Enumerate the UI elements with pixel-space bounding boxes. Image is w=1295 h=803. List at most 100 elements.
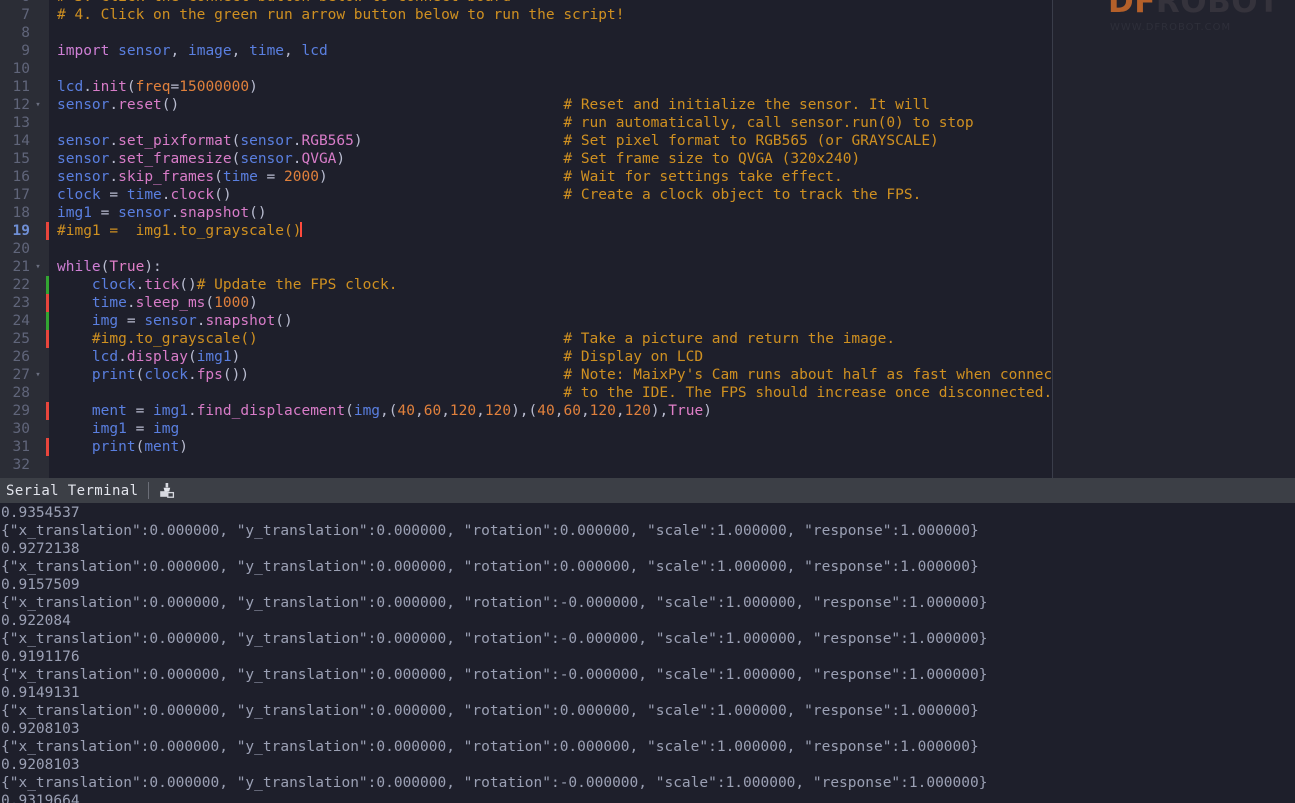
code-text: sensor.set_framesize(sensor.QVGA) # Set … (57, 151, 861, 167)
line-number: 23 (12, 295, 30, 311)
terminal-line: 0.9149131 (1, 685, 80, 701)
code-line[interactable]: 15 sensor.set_framesize(sensor.QVGA) # Se… (0, 150, 1052, 168)
line-number: 16 (12, 169, 30, 185)
code-line[interactable]: 30 img1 = img (0, 420, 1052, 438)
line-number: 32 (12, 457, 30, 473)
dfrobot-logo-bright: DF (1108, 0, 1156, 20)
code-text: clock.tick()# Update the FPS clock. (91, 277, 398, 293)
line-number: 15 (12, 151, 30, 167)
code-text: print(ment) (91, 439, 188, 455)
code-line[interactable]: 10 (0, 60, 1052, 78)
code-line[interactable]: 23 time.sleep_ms(1000) (0, 294, 1052, 312)
serial-terminal-output[interactable]: 0.9354537 {"x_translation":0.000000, "y_t… (0, 503, 1295, 803)
chevron-down-icon[interactable]: ▾ (32, 96, 44, 114)
code-text: lcd.display(img1) # Display on LCD (91, 349, 704, 365)
chevron-down-icon[interactable]: ▾ (32, 366, 44, 384)
change-marker-modified (46, 222, 49, 240)
code-line[interactable]: 26 lcd.display(img1) # Display on LCD (0, 348, 1052, 366)
code-line[interactable]: 32 (0, 456, 1052, 474)
line-number: 18 (12, 205, 30, 221)
line-number: 27 (12, 367, 30, 383)
terminal-line: 0.9272138 (1, 541, 80, 557)
terminal-line: 0.9319664 (1, 793, 80, 803)
line-number: 19 (12, 223, 30, 239)
code-text: print(clock.fps()) # Note: MaixPy's Cam … (91, 367, 1052, 383)
terminal-line: {"x_translation":0.000000, "y_translatio… (1, 523, 979, 539)
line-number: 26 (12, 349, 30, 365)
dfrobot-logo-subtitle: WWW.DFROBOT.COM (1110, 22, 1232, 33)
code-text: while(True): (57, 259, 162, 275)
code-text: time.sleep_ms(1000) (91, 295, 258, 311)
terminal-line: {"x_translation":0.000000, "y_translatio… (1, 739, 979, 755)
line-number: 31 (12, 439, 30, 455)
code-line[interactable]: 31 print(ment) (0, 438, 1052, 456)
code-text: # run automatically, call sensor.run(0) … (563, 115, 974, 131)
code-text: # 4. Click on the green run arrow button… (57, 7, 625, 23)
line-number: 9 (21, 43, 30, 59)
line-number: 24 (12, 313, 30, 329)
change-marker-modified (46, 438, 49, 456)
code-text: clock = time.clock() # Create a clock ob… (57, 187, 922, 203)
code-line[interactable]: 27 ▾ print(clock.fps()) # Note: MaixPy's … (0, 366, 1052, 384)
line-number: 7 (21, 7, 30, 23)
change-marker-modified (46, 330, 49, 348)
code-line[interactable]: 9 import sensor, image, time, lcd (0, 42, 1052, 60)
code-text: img1 = sensor.snapshot() (57, 205, 267, 221)
code-text: import sensor, image, time, lcd (57, 43, 328, 59)
code-line[interactable]: 29 ment = img1.find_displacement(img,(40… (0, 402, 1052, 420)
terminal-line: {"x_translation":0.000000, "y_translatio… (1, 703, 979, 719)
code-line[interactable]: 12 ▾ sensor.reset() # Reset and initialize… (0, 96, 1052, 114)
toolbar-divider (148, 482, 150, 499)
code-line[interactable]: 21 ▾ while(True): (0, 258, 1052, 276)
code-line[interactable]: 22 clock.tick()# Update the FPS clock. (0, 276, 1052, 294)
serial-terminal-title: Serial Terminal (6, 482, 139, 499)
code-line[interactable]: 19 #img1 = img1.to_grayscale() (0, 222, 1052, 240)
line-number: 21 (12, 259, 30, 275)
code-lines: 6# 3. Click the connect button below to … (0, 0, 1052, 474)
line-number: 17 (12, 187, 30, 203)
terminal-line: {"x_translation":0.000000, "y_translatio… (1, 631, 988, 647)
chevron-down-icon[interactable]: ▾ (32, 258, 44, 276)
code-line[interactable]: 24 img = sensor.snapshot() (0, 312, 1052, 330)
terminal-line: {"x_translation":0.000000, "y_translatio… (1, 559, 979, 575)
code-editor[interactable]: 6# 3. Click the connect button below to … (0, 0, 1052, 478)
code-line[interactable]: 7 # 4. Click on the green run arrow butto… (0, 6, 1052, 24)
line-number: 22 (12, 277, 30, 293)
code-text: #img.to_grayscale() # Take a picture and… (57, 331, 896, 347)
terminal-line: 0.9157509 (1, 577, 80, 593)
code-line[interactable]: 13 # run automatically, call sensor.run(… (0, 114, 1052, 132)
clear-broom-icon[interactable] (158, 482, 176, 499)
code-text: img = sensor.snapshot() (91, 313, 293, 329)
terminal-line: 0.9208103 (1, 721, 80, 737)
code-line[interactable]: 16 sensor.skip_frames(time = 2000) # Wait… (0, 168, 1052, 186)
code-line[interactable]: 17 clock = time.clock() # Create a clock … (0, 186, 1052, 204)
code-line[interactable]: 14 sensor.set_pixformat(sensor.RGB565) # … (0, 132, 1052, 150)
terminal-line: {"x_translation":0.000000, "y_translatio… (1, 775, 988, 791)
code-line[interactable]: 8 (0, 24, 1052, 42)
code-text: sensor.set_pixformat(sensor.RGB565) # Se… (57, 133, 939, 149)
dfrobot-logo-dim: ROBOT (1155, 0, 1280, 20)
code-line[interactable]: 18 img1 = sensor.snapshot() (0, 204, 1052, 222)
line-number: 30 (12, 421, 30, 437)
code-line[interactable]: 28 # to the IDE. The FPS should increase… (0, 384, 1052, 402)
code-text: # to the IDE. The FPS should increase on… (563, 385, 1052, 401)
line-number: 10 (12, 61, 30, 77)
terminal-line: 0.922084 (1, 613, 71, 629)
dfrobot-logo: DFROBOT (1108, 0, 1280, 20)
line-number: 20 (12, 241, 30, 257)
terminal-line: {"x_translation":0.000000, "y_translatio… (1, 667, 988, 683)
terminal-line: {"x_translation":0.000000, "y_translatio… (1, 595, 988, 611)
terminal-line: 0.9208103 (1, 757, 80, 773)
code-text: sensor.reset() # Reset and initialize th… (57, 97, 931, 113)
terminal-line: 0.9191176 (1, 649, 80, 665)
code-line[interactable]: 25 #img.to_grayscale() # Take a picture … (0, 330, 1052, 348)
code-text: #img1 = img1.to_grayscale() (57, 222, 303, 239)
line-number: 25 (12, 331, 30, 347)
terminal-line: 0.9354537 (1, 505, 80, 521)
code-text: img1 = img (91, 421, 180, 437)
code-line[interactable]: 11 lcd.init(freq=15000000) (0, 78, 1052, 96)
line-number: 29 (12, 403, 30, 419)
serial-terminal-header: Serial Terminal (0, 478, 1295, 503)
text-cursor (300, 222, 303, 237)
code-line[interactable]: 20 (0, 240, 1052, 258)
